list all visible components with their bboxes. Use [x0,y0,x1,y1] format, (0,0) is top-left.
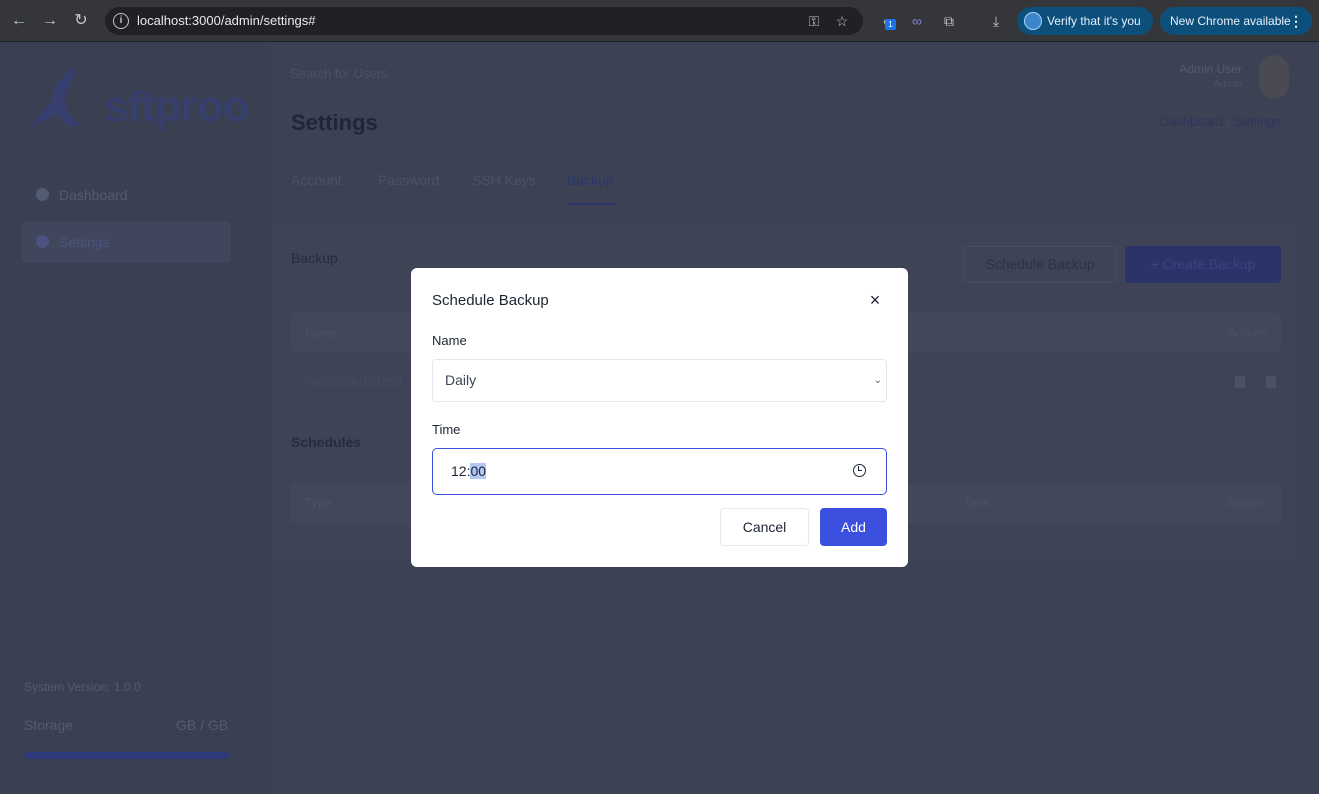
column-type: Type [305,496,332,510]
address-bar[interactable]: i localhost:3000/admin/settings# ⚿ ☆ [105,7,863,35]
clock-icon[interactable] [853,464,866,477]
breadcrumb: Dashboard / Settings [1160,114,1281,129]
kangaroo-logo-icon [28,66,80,128]
user-role: Admin [1213,79,1242,90]
storage-progress-bar [24,752,229,759]
sidebar-item-settings[interactable]: Settings [22,221,231,263]
column-actions: Actions [1227,326,1267,340]
time-input[interactable]: 12:00 [432,448,887,495]
search-input[interactable]: Search for Users [290,66,388,81]
header: Search for Users Admin User Admin [270,42,1319,112]
menu-icon[interactable]: ⋮ [1289,7,1303,35]
modal-title: Schedule Backup [432,292,549,309]
column-time: Time [964,496,991,510]
backup-row-name: 06032026-101859 [305,375,403,389]
name-select-value: Daily [445,372,477,388]
puzzle-icon[interactable]: ⧉ [939,11,959,31]
column-name: Name [305,326,338,340]
gear-icon [36,235,49,248]
url-text[interactable]: localhost:3000/admin/settings# [137,13,316,28]
close-icon[interactable]: × [867,290,883,310]
logo-text: sftproo [104,82,250,131]
verify-button[interactable]: Verify that it's you [1017,7,1153,35]
chevron-down-icon: ⌄ [873,375,882,386]
schedule-backup-modal: Schedule Backup × Name Daily ⌄ Time 12:0… [411,268,908,567]
sidebar-item-label: Dashboard [59,187,128,203]
update-chrome-button[interactable]: New Chrome available ⋮ [1160,7,1312,35]
breadcrumb-dashboard[interactable]: Dashboard [1160,114,1224,129]
browser-toolbar: ← → ↻ i localhost:3000/admin/settings# ⚿… [0,0,1319,42]
logo: sftproo [24,64,250,132]
reload-icon[interactable]: ↻ [70,10,92,32]
extension-icon[interactable]: ●1 [877,11,897,31]
storage-value: GB / GB [176,717,229,733]
time-hour[interactable]: 12: [451,463,470,479]
profile-avatar-icon [1024,12,1042,30]
star-icon[interactable]: ☆ [833,12,851,30]
key-icon[interactable]: ⚿ [805,12,823,30]
tab-backup[interactable]: Backup [567,172,614,188]
name-select[interactable]: Daily ⌄ [432,359,887,402]
page-title: Settings [291,110,378,135]
sidebar-item-dashboard[interactable]: Dashboard [22,174,231,216]
time-minute[interactable]: 00 [470,463,487,479]
back-icon[interactable]: ← [8,10,30,32]
avatar[interactable] [1259,55,1289,99]
user-name[interactable]: Admin User [1179,62,1242,76]
active-tab-indicator [567,203,615,205]
schedules-title: Schedules [291,434,362,450]
breadcrumb-separator: / [1226,114,1231,129]
column-actions: Actions [1227,496,1267,510]
breadcrumb-settings: Settings [1234,114,1281,129]
verify-label: Verify that it's you [1047,14,1141,28]
cancel-button[interactable]: Cancel [720,508,809,546]
forward-icon[interactable]: → [39,10,61,32]
backup-title: Backup [291,250,338,266]
extension-badge: 1 [885,19,896,30]
time-label: Time [432,422,461,437]
add-button[interactable]: Add [820,508,887,546]
trash-icon[interactable] [1266,376,1276,388]
create-backup-button[interactable]: + Create Backup [1125,246,1281,283]
tab-ssh-keys[interactable]: SSH Keys [472,172,536,188]
tab-password[interactable]: Password [378,172,439,188]
storage-label: Storage [24,717,74,733]
update-label: New Chrome available [1170,14,1291,28]
sidebar-item-label: Settings [59,234,110,250]
sidebar: sftproo Dashboard Settings System Versio… [0,42,270,794]
schedule-backup-button[interactable]: Schedule Backup [963,246,1117,283]
site-info-icon[interactable]: i [113,13,129,29]
name-label: Name [432,333,467,348]
tab-account[interactable]: Account [291,172,342,188]
pie-chart-icon [36,188,49,201]
extension-icon-2[interactable]: ∞ [907,11,927,31]
download-icon[interactable]: ⤓ [986,11,1006,31]
download-icon[interactable] [1235,376,1245,388]
system-version: System Version: 1.0.0 [24,680,141,694]
